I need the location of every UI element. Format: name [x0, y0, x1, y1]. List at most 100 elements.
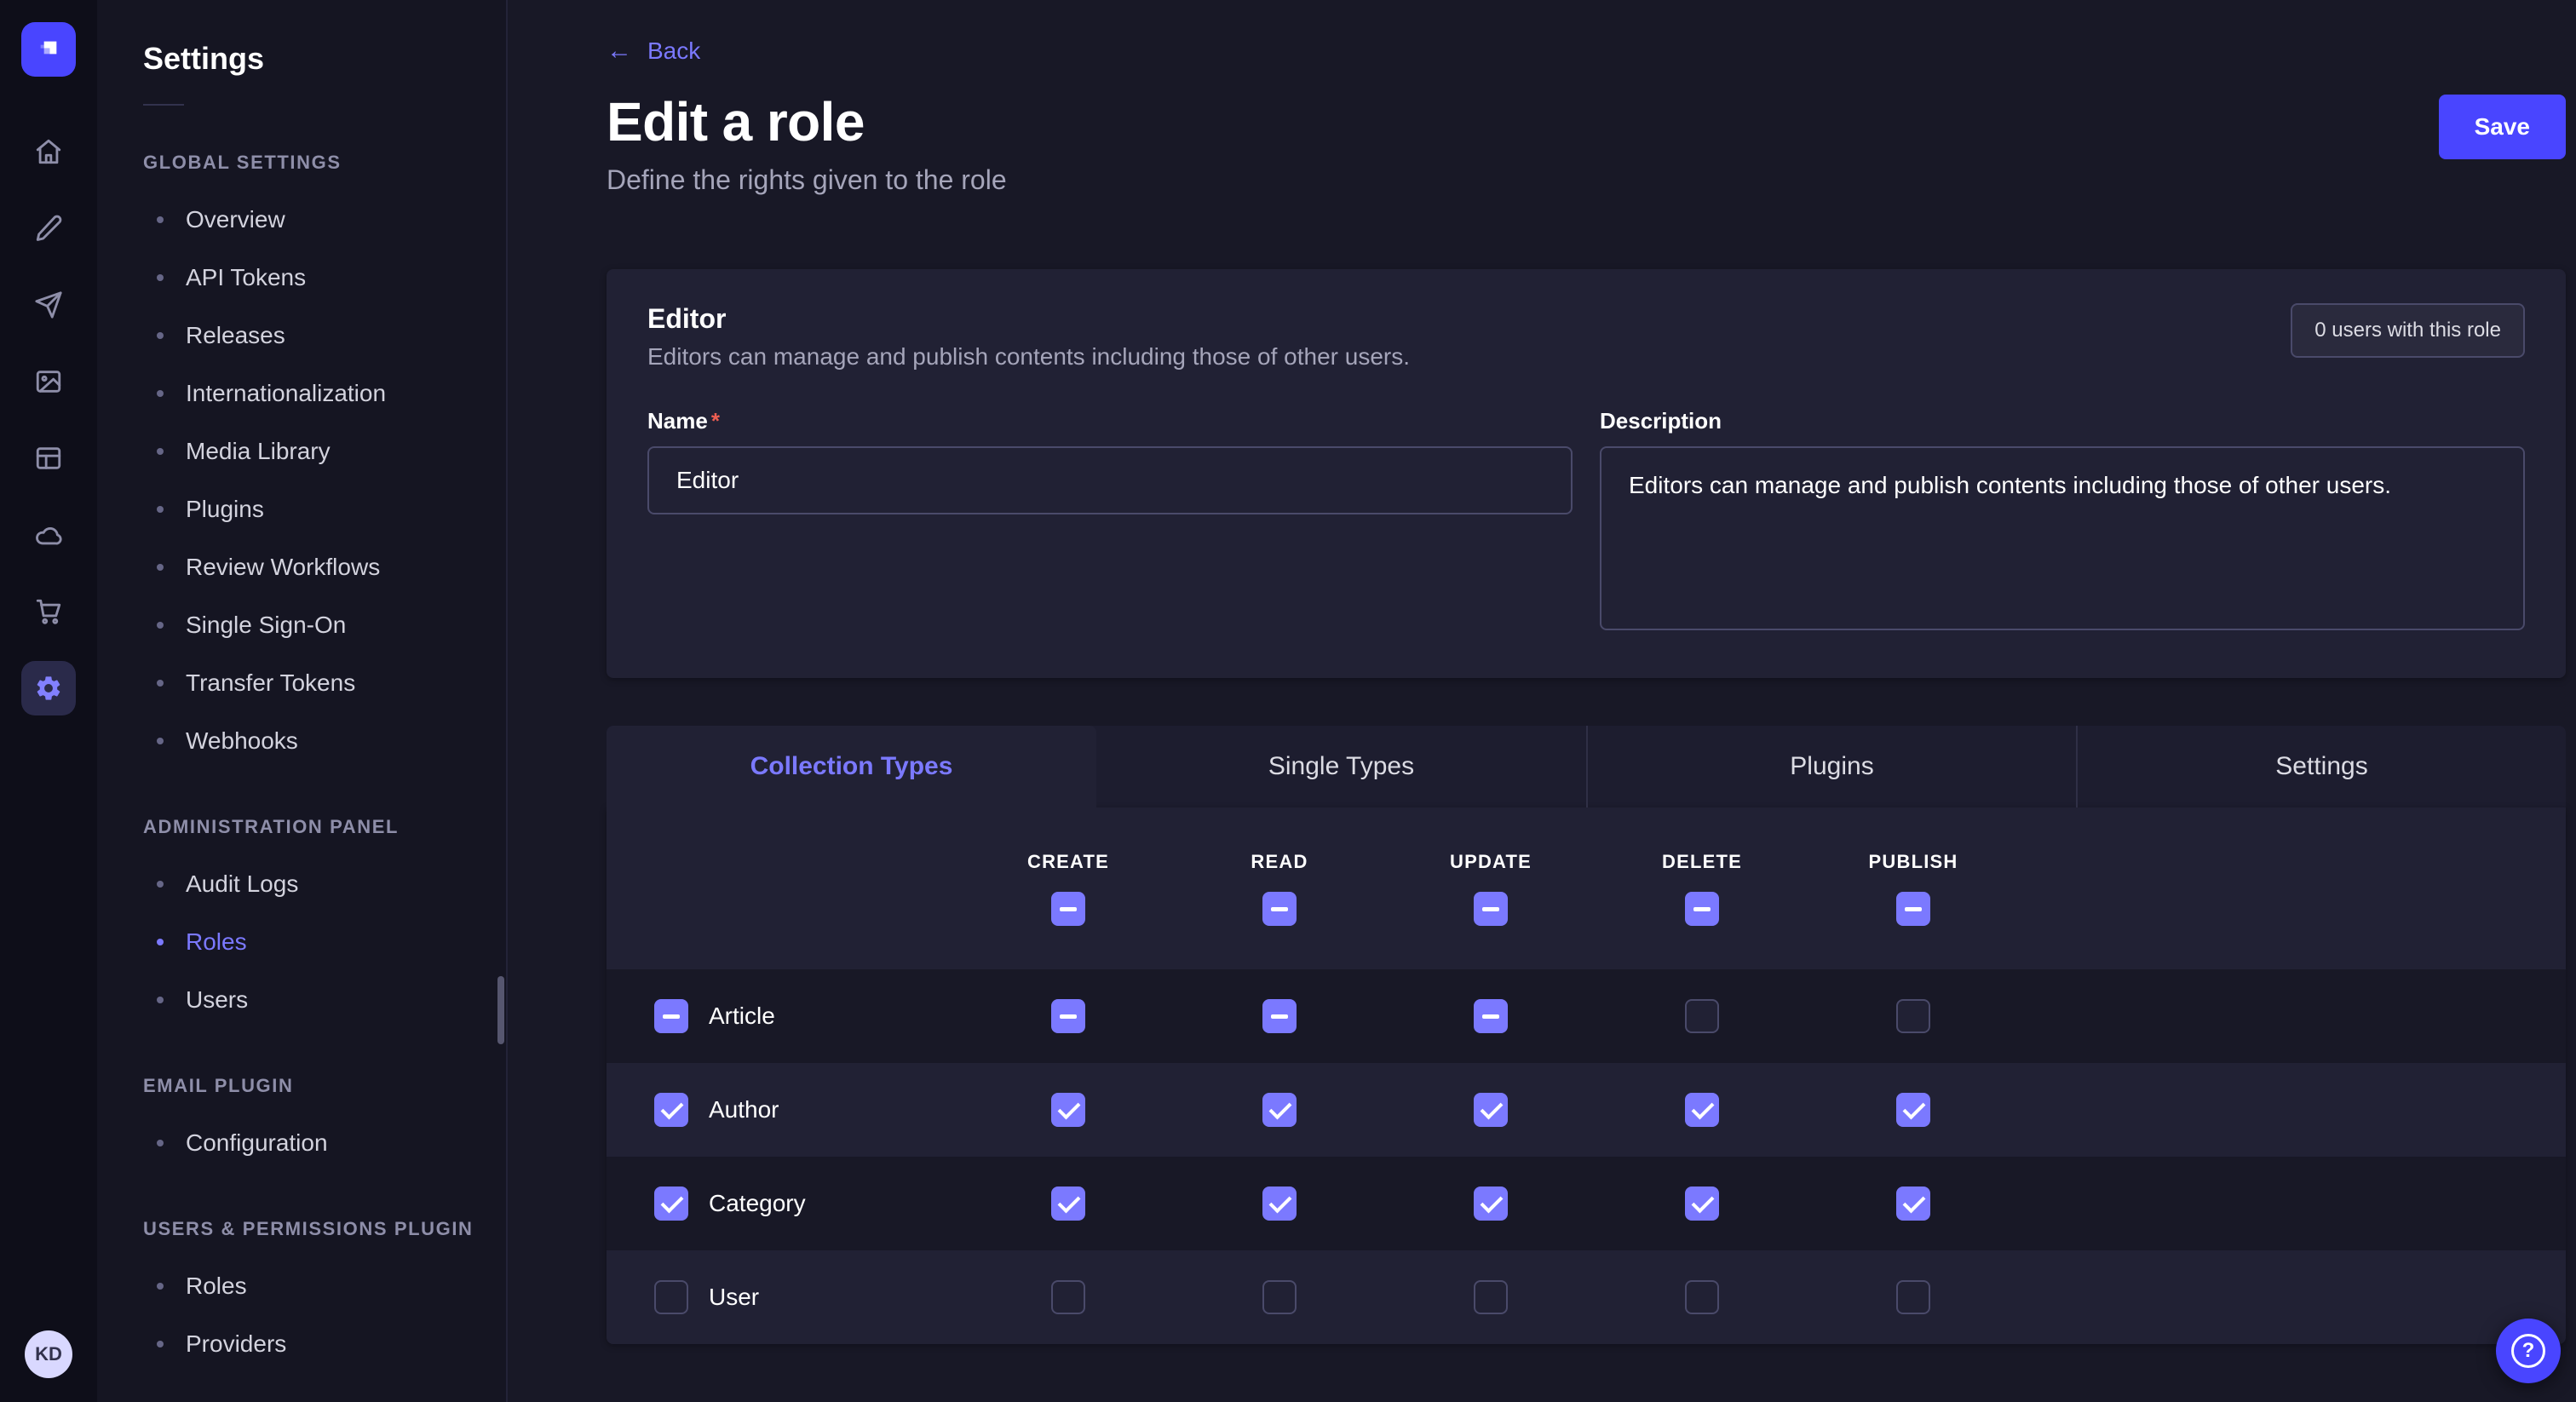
sidebar-item-transfer-tokens[interactable]: Transfer Tokens [97, 654, 506, 712]
column-header: CREATE [1027, 851, 1109, 873]
row-select-checkbox[interactable] [654, 1187, 688, 1221]
sidebar-item-roles[interactable]: Roles [97, 913, 506, 971]
nav-media-library[interactable] [21, 354, 76, 409]
permission-checkbox[interactable] [1685, 1187, 1719, 1221]
tab-collection-types[interactable]: Collection Types [607, 726, 1096, 807]
description-label: Description [1600, 408, 2525, 434]
permission-checkbox[interactable] [1685, 1093, 1719, 1127]
sidebar-item-internationalization[interactable]: Internationalization [97, 365, 506, 422]
strapi-logo[interactable] [21, 22, 76, 77]
back-label: Back [647, 37, 700, 65]
nav-marketplace[interactable] [21, 584, 76, 639]
nav-content-manager[interactable] [21, 201, 76, 256]
role-details-card: Editor Editors can manage and publish co… [607, 269, 2566, 678]
column-select-all-checkbox[interactable] [1051, 892, 1085, 926]
deploy-icon [34, 290, 63, 319]
section-administration-panel: ADMINISTRATION PANEL Audit Logs Roles Us… [97, 816, 506, 1029]
sidebar-item-providers[interactable]: Providers [97, 1315, 506, 1373]
row-label: User [709, 1284, 759, 1311]
row-select-checkbox[interactable] [654, 1093, 688, 1127]
media-library-icon [34, 367, 63, 396]
permission-checkbox[interactable] [1262, 1093, 1297, 1127]
question-icon: ? [2511, 1334, 2545, 1368]
home-icon [34, 137, 63, 166]
sidebar-item-webhooks[interactable]: Webhooks [97, 712, 506, 770]
nav-home[interactable] [21, 124, 76, 179]
column-select-all-checkbox[interactable] [1262, 892, 1297, 926]
permission-checkbox[interactable] [1051, 1280, 1085, 1314]
permission-checkbox[interactable] [1051, 1093, 1085, 1127]
bullet-icon [157, 1140, 164, 1146]
permission-checkbox[interactable] [1262, 1280, 1297, 1314]
permission-checkbox[interactable] [1262, 1187, 1297, 1221]
nav-content-type-builder[interactable] [21, 431, 76, 486]
column-select-all-checkbox[interactable] [1685, 892, 1719, 926]
tab-single-types[interactable]: Single Types [1096, 726, 1586, 807]
row-select-checkbox[interactable] [654, 1280, 688, 1314]
sidebar-item-overview[interactable]: Overview [97, 191, 506, 249]
row-select-checkbox[interactable] [654, 999, 688, 1033]
sidebar-item-releases[interactable]: Releases [97, 307, 506, 365]
sidebar-title: Settings [97, 41, 506, 77]
column-header: DELETE [1662, 851, 1742, 873]
permission-checkbox[interactable] [1896, 1187, 1930, 1221]
permission-checkbox[interactable] [1896, 1093, 1930, 1127]
name-input[interactable] [647, 446, 1573, 514]
description-textarea[interactable]: Editors can manage and publish contents … [1600, 446, 2525, 630]
sidebar-item-users[interactable]: Users [97, 971, 506, 1029]
permission-checkbox[interactable] [1474, 1187, 1508, 1221]
content-manager-icon [34, 214, 63, 243]
tab-settings[interactable]: Settings [2076, 726, 2566, 807]
back-link[interactable]: ← Back [607, 37, 700, 65]
bullet-icon [157, 881, 164, 888]
permission-row-category: Category [607, 1157, 2566, 1250]
permission-checkbox[interactable] [1896, 999, 1930, 1033]
sidebar-item-up-roles[interactable]: Roles [97, 1257, 506, 1315]
save-button[interactable]: Save [2439, 95, 2566, 159]
sidebar-item-single-sign-on[interactable]: Single Sign-On [97, 596, 506, 654]
bullet-icon [157, 1283, 164, 1290]
nav-cloud[interactable] [21, 508, 76, 562]
section-heading: GLOBAL SETTINGS [97, 152, 506, 174]
content-type-builder-icon [34, 444, 63, 473]
bullet-icon [157, 216, 164, 223]
help-button[interactable]: ? [2496, 1319, 2561, 1383]
permission-checkbox[interactable] [1896, 1280, 1930, 1314]
nav-deploy[interactable] [21, 278, 76, 332]
sidebar-item-media-library[interactable]: Media Library [97, 422, 506, 480]
permission-checkbox[interactable] [1262, 999, 1297, 1033]
sidebar-item-api-tokens[interactable]: API Tokens [97, 249, 506, 307]
column-select-all-checkbox[interactable] [1896, 892, 1930, 926]
role-subtitle: Editors can manage and publish contents … [647, 343, 1410, 371]
bullet-icon [157, 448, 164, 455]
permission-checkbox[interactable] [1685, 999, 1719, 1033]
bullet-icon [157, 274, 164, 281]
tab-plugins[interactable]: Plugins [1586, 726, 2076, 807]
sidebar-item-configuration[interactable]: Configuration [97, 1114, 506, 1172]
users-count-badge[interactable]: 0 users with this role [2291, 303, 2525, 358]
bullet-icon [157, 939, 164, 945]
permission-checkbox[interactable] [1051, 999, 1085, 1033]
column-header: READ [1251, 851, 1308, 873]
strapi-logo-icon [35, 36, 62, 63]
nav-settings[interactable] [21, 661, 76, 715]
permission-checkbox[interactable] [1474, 1093, 1508, 1127]
name-label: Name* [647, 408, 1573, 434]
permission-checkbox[interactable] [1685, 1280, 1719, 1314]
column-header: PUBLISH [1869, 851, 1958, 873]
permission-checkbox[interactable] [1051, 1187, 1085, 1221]
row-label: Author [709, 1096, 779, 1123]
section-email-plugin: EMAIL PLUGIN Configuration [97, 1075, 506, 1172]
sidebar-item-plugins[interactable]: Plugins [97, 480, 506, 538]
sidebar-item-review-workflows[interactable]: Review Workflows [97, 538, 506, 596]
permission-checkbox[interactable] [1474, 999, 1508, 1033]
required-asterisk: * [711, 408, 720, 434]
permission-checkbox[interactable] [1474, 1280, 1508, 1314]
sidebar-scrollbar-thumb[interactable] [497, 976, 504, 1044]
bullet-icon [157, 564, 164, 571]
column-select-all-checkbox[interactable] [1474, 892, 1508, 926]
sidebar-item-audit-logs[interactable]: Audit Logs [97, 855, 506, 913]
page-subtitle: Define the rights given to the role [607, 164, 1007, 196]
bullet-icon [157, 506, 164, 513]
user-avatar[interactable]: KD [25, 1330, 72, 1378]
